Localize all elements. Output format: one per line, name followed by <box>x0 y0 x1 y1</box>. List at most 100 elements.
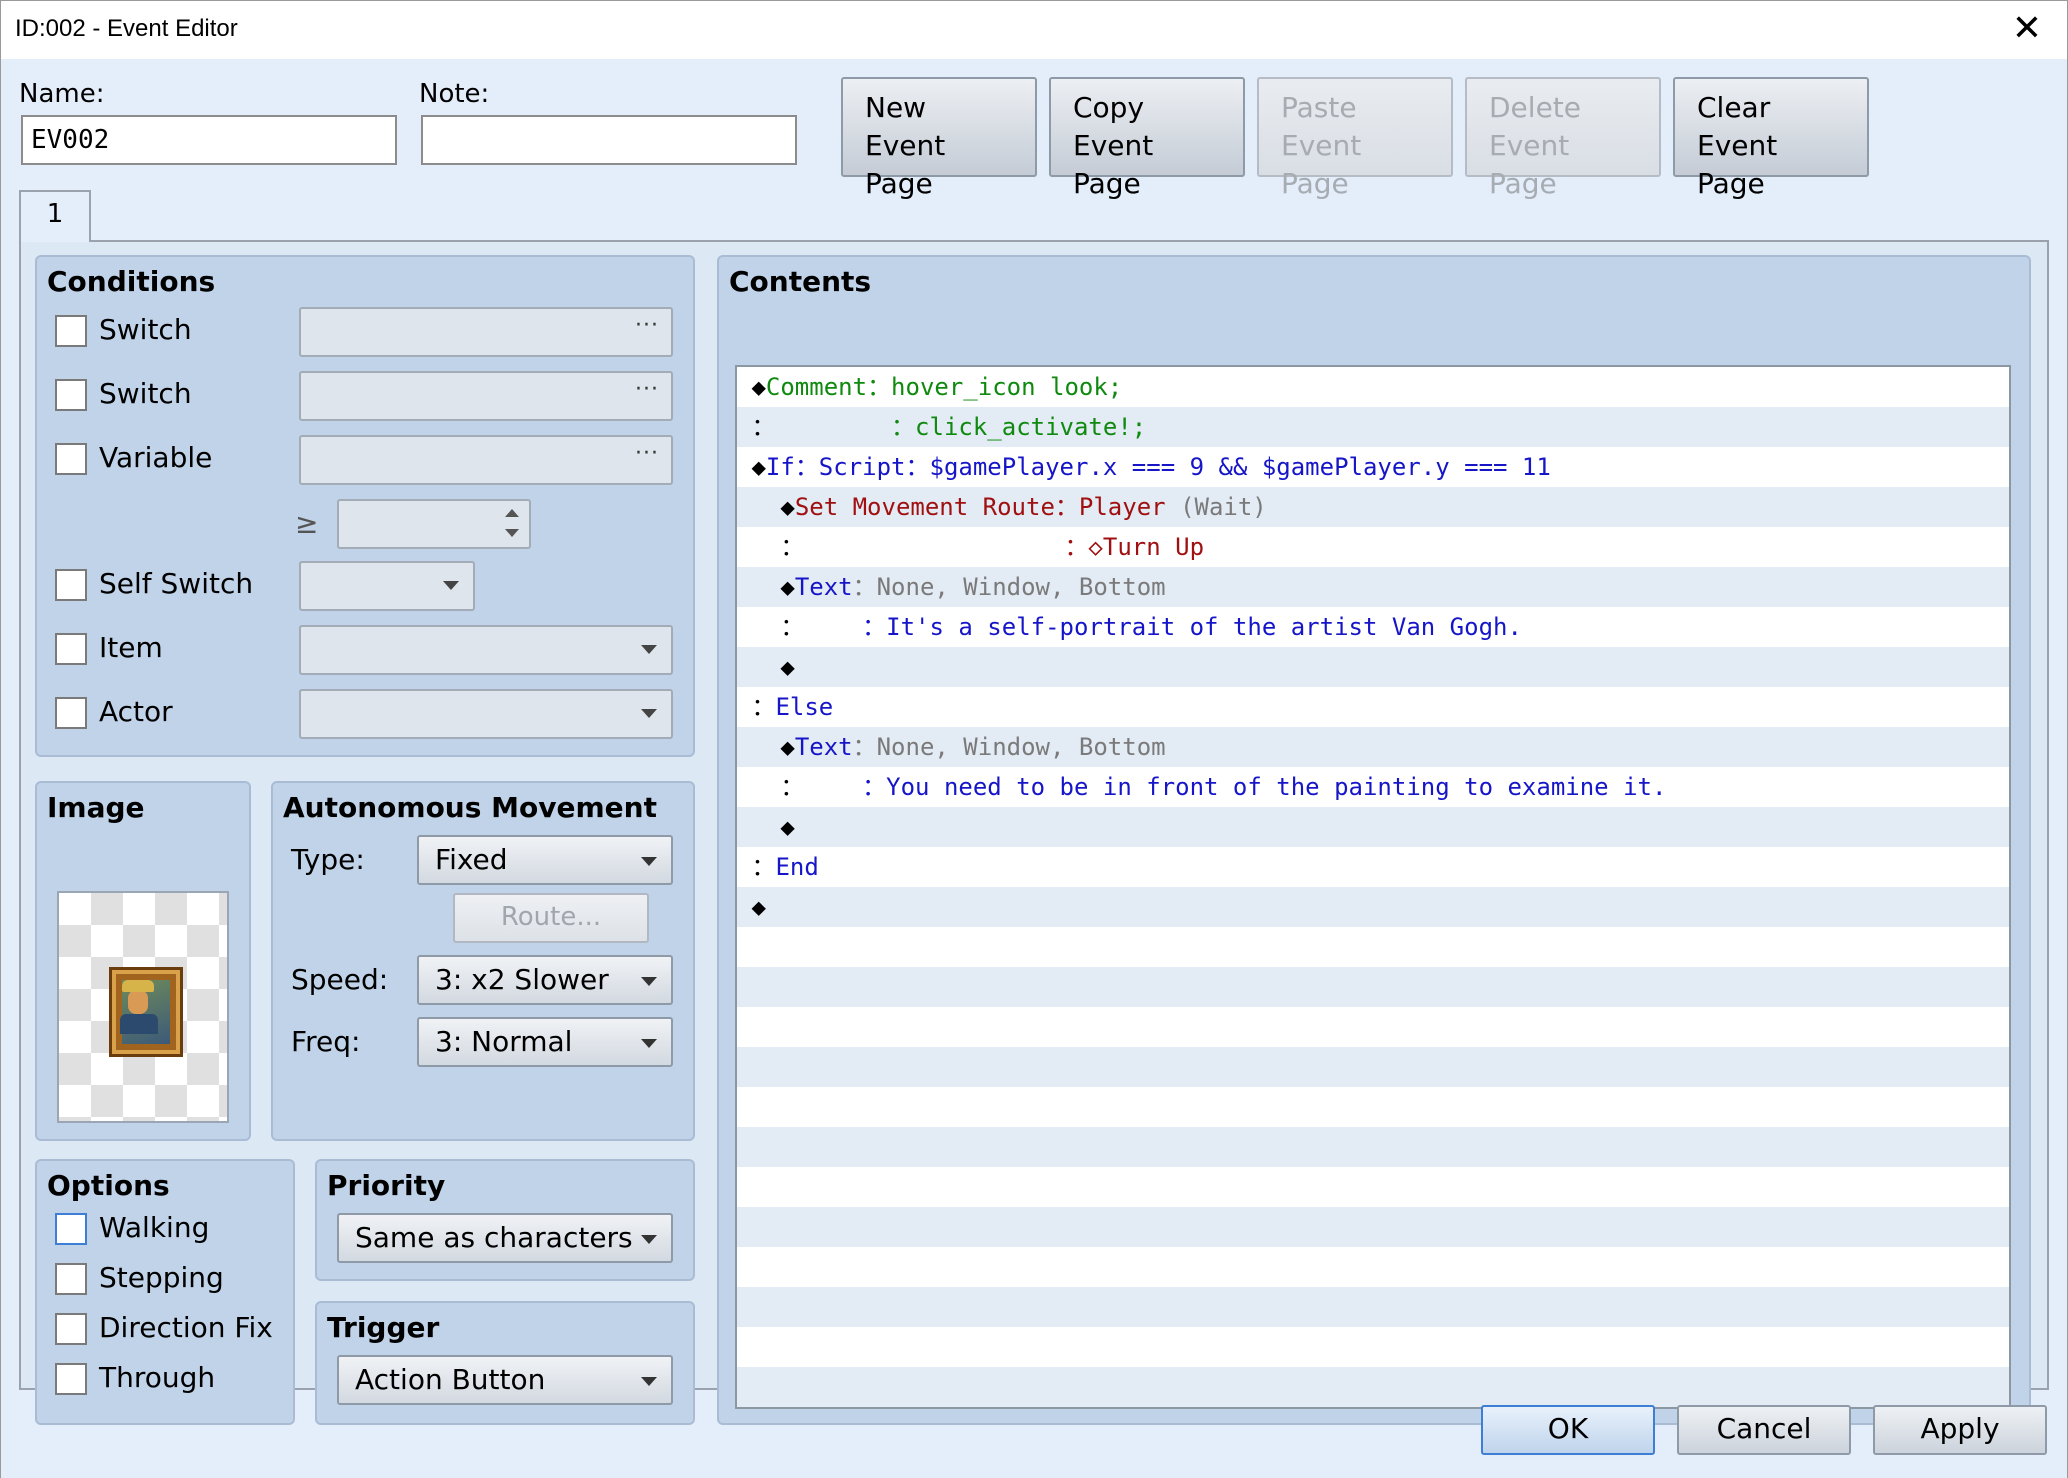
command-row[interactable]: ◆If：Script：$gamePlayer.x === 9 && $gameP… <box>737 447 2009 487</box>
movement-speed-dropdown[interactable]: 3: x2 Slower <box>417 955 673 1005</box>
self-switch-checkbox[interactable] <box>55 569 87 601</box>
command-row[interactable] <box>737 1087 2009 1127</box>
stepping-checkbox[interactable] <box>55 1263 87 1295</box>
cancel-button[interactable]: Cancel <box>1677 1405 1851 1455</box>
row-indent <box>737 1253 751 1281</box>
name-input[interactable]: EV002 <box>21 115 397 165</box>
new-event-page-button[interactable]: New Event Page <box>841 77 1037 200</box>
command-row[interactable]: ： ：You need to be in front of the painti… <box>737 767 2009 807</box>
command-row[interactable] <box>737 967 2009 1007</box>
window-title: ID:002 - Event Editor <box>15 15 238 42</box>
command-row[interactable]: ◆ <box>737 647 2009 687</box>
row-indent <box>737 1333 751 1361</box>
variable-field[interactable]: ··· <box>299 435 673 485</box>
command-row[interactable]: ◆ <box>737 807 2009 847</box>
switch2-checkbox[interactable] <box>55 379 87 411</box>
ok-button[interactable]: OK <box>1481 1405 1655 1455</box>
command-row[interactable]: ◆ <box>737 887 2009 927</box>
row-indent <box>737 733 751 761</box>
tab-page-1[interactable]: 1 <box>19 190 91 242</box>
event-command-list[interactable]: ◆Comment：hover_icon look; ： ：click_activ… <box>735 365 2011 1409</box>
event-image-preview[interactable] <box>57 891 229 1123</box>
command-row[interactable]: ： ：It's a self-portrait of the artist Va… <box>737 607 2009 647</box>
spin-up-icon[interactable] <box>505 509 519 517</box>
conditions-title: Conditions <box>47 265 216 298</box>
note-label: Note: <box>419 79 490 109</box>
actor-label: Actor <box>99 695 173 728</box>
command-row[interactable]: ◆Text：None, Window, Bottom <box>737 567 2009 607</box>
name-label: Name: <box>19 79 105 109</box>
command-row[interactable] <box>737 1007 2009 1047</box>
button-label-line1: Paste <box>1281 91 1357 124</box>
command-text: ◆ <box>751 733 795 761</box>
command-row[interactable]: ： ：click_activate!; <box>737 407 2009 447</box>
spin-down-icon[interactable] <box>505 529 519 537</box>
clear-event-page-button[interactable]: Clear Event Page <box>1673 77 1869 200</box>
command-row[interactable]: ：End <box>737 847 2009 887</box>
row-indent <box>737 973 751 1001</box>
walking-checkbox[interactable] <box>55 1213 87 1245</box>
command-row[interactable]: ： ：◇Turn Up <box>737 527 2009 567</box>
command-row[interactable] <box>737 1207 2009 1247</box>
command-row[interactable] <box>737 927 2009 967</box>
command-row[interactable] <box>737 1327 2009 1367</box>
switch1-checkbox[interactable] <box>55 315 87 347</box>
command-text: ：You need to be in front of the painting… <box>862 773 1667 801</box>
paste-event-page-button[interactable]: Paste Event Page <box>1257 77 1453 200</box>
command-row[interactable]: ◆Text：None, Window, Bottom <box>737 727 2009 767</box>
command-row[interactable]: ◆Comment：hover_icon look; <box>737 367 2009 407</box>
ellipsis-icon: ··· <box>635 377 659 402</box>
command-row[interactable] <box>737 1247 2009 1287</box>
row-indent <box>737 453 751 481</box>
close-icon[interactable]: ✕ <box>2007 9 2047 49</box>
command-text: Set Movement Route <box>794 493 1055 521</box>
item-dropdown[interactable] <box>299 625 673 675</box>
switch2-field[interactable]: ··· <box>299 371 673 421</box>
through-checkbox[interactable] <box>55 1363 87 1395</box>
apply-button[interactable]: Apply <box>1873 1405 2047 1455</box>
command-row[interactable]: ◆Set Movement Route：Player (Wait) <box>737 487 2009 527</box>
variable-checkbox[interactable] <box>55 443 87 475</box>
priority-dropdown[interactable]: Same as characters <box>337 1213 673 1263</box>
row-indent <box>737 1013 751 1041</box>
command-row[interactable] <box>737 1287 2009 1327</box>
movement-freq-value: 3: Normal <box>435 1025 573 1058</box>
priority-group: Priority Same as characters <box>315 1159 695 1281</box>
row-indent <box>737 613 751 641</box>
trigger-dropdown[interactable]: Action Button <box>337 1355 673 1405</box>
copy-event-page-button[interactable]: Copy Event Page <box>1049 77 1245 200</box>
row-indent <box>737 533 751 561</box>
delete-event-page-button[interactable]: Delete Event Page <box>1465 77 1661 200</box>
switch1-field[interactable]: ··· <box>299 307 673 357</box>
priority-value: Same as characters <box>355 1221 633 1254</box>
item-checkbox[interactable] <box>55 633 87 665</box>
note-input[interactable] <box>421 115 797 165</box>
row-indent <box>737 1053 751 1081</box>
variable-value-spinner[interactable] <box>337 499 531 549</box>
command-row[interactable] <box>737 1047 2009 1087</box>
route-button[interactable]: Route... <box>453 893 649 943</box>
actor-dropdown[interactable] <box>299 689 673 739</box>
movement-type-value: Fixed <box>435 843 508 876</box>
chevron-down-icon <box>443 581 459 590</box>
command-row[interactable] <box>737 1127 2009 1167</box>
command-text: Else <box>775 693 834 721</box>
priority-title: Priority <box>327 1169 446 1202</box>
movement-type-dropdown[interactable]: Fixed <box>417 835 673 885</box>
command-text: ◆ <box>751 373 766 401</box>
actor-checkbox[interactable] <box>55 697 87 729</box>
command-text: ◆ <box>751 573 795 601</box>
command-row[interactable] <box>737 1367 2009 1407</box>
row-indent <box>737 1293 751 1321</box>
command-text: Comment <box>765 373 868 401</box>
self-switch-dropdown[interactable] <box>299 561 475 611</box>
chevron-down-icon <box>641 977 657 986</box>
movement-freq-dropdown[interactable]: 3: Normal <box>417 1017 673 1067</box>
button-label-line2: Event Page <box>1489 129 1570 200</box>
direction-fix-checkbox[interactable] <box>55 1313 87 1345</box>
command-row[interactable] <box>737 1167 2009 1207</box>
ellipsis-icon: ··· <box>635 441 659 466</box>
command-text: ：click_activate!; <box>891 413 1147 441</box>
autonomous-movement-group: Autonomous Movement Type: Fixed Route...… <box>271 781 695 1141</box>
command-row[interactable]: ：Else <box>737 687 2009 727</box>
